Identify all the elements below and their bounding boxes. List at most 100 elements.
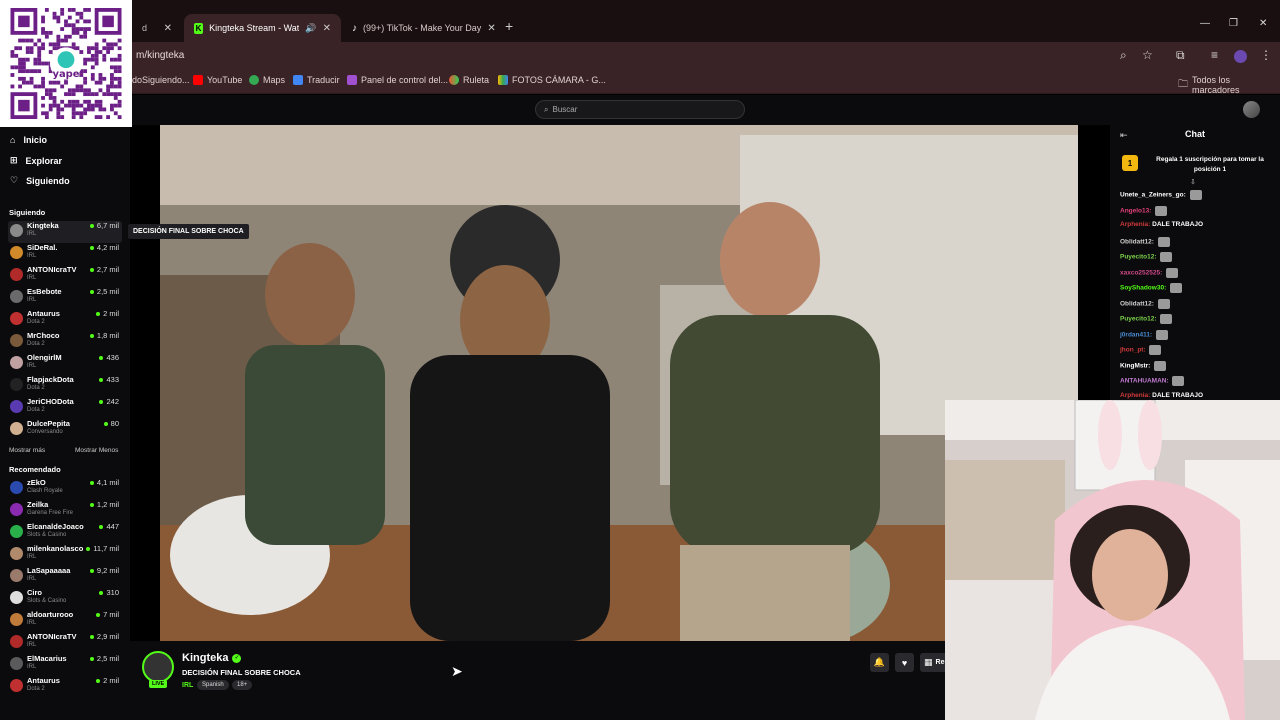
chat-username[interactable]: Oblidatt12: bbox=[1120, 300, 1154, 307]
chat-message: Angelo13: bbox=[1120, 205, 1168, 216]
show-less-button[interactable]: Mostrar Menos bbox=[75, 447, 118, 454]
chat-username[interactable]: Arphenia: bbox=[1120, 392, 1150, 399]
channel-category: Dota 2 bbox=[27, 407, 45, 413]
sidebar-channel[interactable]: JeriCHODota Dota 2 242 bbox=[8, 397, 122, 419]
sidebar-channel[interactable]: ANTONIcraTV IRL 2,7 mil bbox=[8, 265, 122, 287]
minimize-icon[interactable]: — bbox=[1200, 18, 1210, 29]
user-avatar[interactable] bbox=[1243, 101, 1260, 118]
nav-inicio[interactable]: ⌂ Inicio bbox=[10, 135, 47, 145]
chat-username[interactable]: Puyecito12: bbox=[1120, 254, 1157, 261]
sidebar-channel[interactable]: DulcePepita Conversando 80 bbox=[8, 419, 122, 441]
sidebar-channel[interactable]: FlapjackDota Dota 2 433 bbox=[8, 375, 122, 397]
channel-category: IRL bbox=[27, 275, 37, 281]
show-more-button[interactable]: Mostrar más bbox=[9, 447, 45, 454]
bookmark-fotos[interactable]: FOTOS CÁMARA - G... bbox=[498, 75, 606, 85]
browser-tab-kingteka[interactable]: K Kingteka Stream - Watch Li 🔊 ✕ bbox=[184, 14, 341, 42]
nav-label: Inicio bbox=[23, 135, 47, 145]
bookmark-panel[interactable]: Panel de control del... bbox=[347, 75, 448, 85]
all-bookmarks[interactable]: 🗀 Todos los marcadores bbox=[1178, 75, 1280, 95]
qr-code-icon: yape bbox=[10, 8, 122, 119]
sidebar-channel[interactable]: ElMacarius IRL 2,5 mil bbox=[8, 654, 122, 676]
search-input[interactable]: ⌕ Buscar bbox=[535, 100, 745, 119]
sidebar-channel[interactable]: SiDeRal. IRL 4,2 mil bbox=[8, 243, 122, 265]
sidebar-channel[interactable]: Zeilka Garena Free Fire 1,2 mil bbox=[8, 500, 122, 522]
sidebar-channel[interactable]: Antaurus Dota 2 2 mil bbox=[8, 676, 122, 698]
gift-icon: ▦ bbox=[924, 657, 933, 667]
chat-username[interactable]: Angelo13: bbox=[1120, 207, 1151, 214]
close-icon[interactable]: ✕ bbox=[487, 23, 495, 34]
channel-name: ANTONIcraTV bbox=[27, 632, 77, 641]
close-icon[interactable]: ✕ bbox=[164, 23, 172, 34]
sidebar-channel[interactable]: ANTONIcraTV IRL 2,9 mil bbox=[8, 632, 122, 654]
emote-icon bbox=[1160, 252, 1173, 262]
bell-icon: 🔔 bbox=[873, 657, 886, 667]
bookmark-ruleta[interactable]: Ruleta bbox=[449, 75, 489, 85]
stream-category[interactable]: IRL bbox=[182, 682, 193, 689]
browser-tab-partial[interactable]: d ✕ bbox=[132, 14, 182, 42]
maximize-icon[interactable]: ❐ bbox=[1229, 18, 1238, 29]
stream-tag[interactable]: 18+ bbox=[232, 680, 253, 690]
bookmark-maps[interactable]: Maps bbox=[249, 75, 285, 85]
viewer-count: 1,8 mil bbox=[90, 331, 119, 340]
bookmark-traducir[interactable]: Traducir bbox=[293, 75, 340, 85]
url-input[interactable]: m/kingteka bbox=[136, 50, 184, 61]
chat-panel: ⇤ Chat 1 Regala 1 suscripción para tomar… bbox=[1110, 125, 1280, 415]
close-window-icon[interactable]: ✕ bbox=[1259, 18, 1267, 29]
chat-username[interactable]: KingMstr: bbox=[1120, 362, 1150, 369]
sidebar-channel[interactable]: aldoarturooo IRL 7 mil bbox=[8, 610, 122, 632]
video-player[interactable] bbox=[160, 125, 1078, 641]
sidebar-channel[interactable]: milenkanolasco IRL 11,7 mil bbox=[8, 544, 122, 566]
media-icon[interactable]: ≡ bbox=[1211, 48, 1218, 62]
follow-heart-button[interactable]: ♥ bbox=[895, 653, 914, 672]
viewer-count: 7 mil bbox=[96, 610, 119, 619]
nav-siguiendo[interactable]: ♡ Siguiendo bbox=[10, 175, 70, 186]
zoom-icon[interactable]: ⌕ bbox=[1120, 48, 1127, 63]
chat-username[interactable]: j0rdan411: bbox=[1120, 331, 1152, 338]
chat-username[interactable]: ANTAHUAMAN: bbox=[1120, 378, 1169, 385]
sidebar-channel[interactable]: Antaurus Dota 2 2 mil bbox=[8, 309, 122, 331]
sidebar-channel[interactable]: EsBebote IRL 2,5 mil bbox=[8, 287, 122, 309]
streamer-name-row[interactable]: Kingteka ✓ bbox=[182, 652, 242, 664]
chat-username[interactable]: jhon_pt: bbox=[1120, 347, 1146, 354]
bookmark-label: Maps bbox=[263, 75, 286, 85]
notification-bell-button[interactable]: 🔔 bbox=[870, 653, 889, 672]
viewer-count: 436 bbox=[99, 353, 119, 362]
menu-icon[interactable]: ⋮ bbox=[1260, 48, 1272, 62]
bookmark-youtube[interactable]: YouTube bbox=[193, 75, 242, 85]
bookmark-star-icon[interactable]: ☆ bbox=[1142, 48, 1153, 62]
profile-avatar[interactable] bbox=[1234, 50, 1247, 63]
sidebar-channel[interactable]: MrChoco Dota 2 1,8 mil bbox=[8, 331, 122, 353]
browser-tab-tiktok[interactable]: ♪ (99+) TikTok - Make Your Day ✕ bbox=[342, 14, 497, 42]
emote-icon bbox=[1157, 236, 1170, 247]
new-tab-button[interactable]: + bbox=[505, 18, 513, 34]
stream-tag[interactable]: Spanish bbox=[197, 680, 229, 690]
chat-username[interactable]: Arphenia: bbox=[1120, 221, 1150, 228]
extensions-icon[interactable]: ⧉ bbox=[1176, 48, 1185, 63]
chat-scroll-down-icon[interactable]: ⇩ bbox=[1190, 178, 1196, 186]
speaker-icon[interactable]: 🔊 bbox=[305, 23, 316, 34]
close-icon[interactable]: ✕ bbox=[323, 23, 331, 34]
sidebar-channel[interactable]: Ciro Slots & Casino 310 bbox=[8, 588, 122, 610]
sidebar-channel[interactable]: LaSapaaaaa IRL 9,2 mil bbox=[8, 566, 122, 588]
bookmark-label: Traducir bbox=[307, 75, 340, 85]
channel-avatar bbox=[10, 679, 23, 692]
chat-username[interactable]: Oblidatt12: bbox=[1120, 238, 1154, 245]
nav-explorar[interactable]: ⊞ Explorar bbox=[10, 155, 62, 166]
channel-avatar bbox=[10, 503, 23, 516]
sidebar-channel[interactable]: OlengirlM IRL 436 bbox=[8, 353, 122, 375]
streamer-avatar[interactable] bbox=[142, 651, 174, 683]
channel-category: Clash Royale bbox=[27, 488, 63, 494]
bookmark-label: doSiguiendo... bbox=[132, 75, 190, 85]
live-badge: LIVE bbox=[149, 680, 168, 688]
bookmark-siguiendo[interactable]: doSiguiendo... bbox=[132, 75, 190, 85]
chat-username[interactable]: SoyShadow30: bbox=[1120, 285, 1166, 292]
channel-category: Dota 2 bbox=[27, 341, 45, 347]
chat-username[interactable]: xaxco252525: bbox=[1120, 269, 1162, 276]
chat-username[interactable]: Unete_a_Zeiners_go: bbox=[1120, 192, 1186, 199]
chat-username[interactable]: Puyecito12: bbox=[1120, 316, 1157, 323]
sidebar-channel[interactable]: zEkO Clash Royale 4,1 mil bbox=[8, 478, 122, 500]
viewer-count: 242 bbox=[99, 397, 119, 406]
bookmark-label: Todos los marcadores bbox=[1192, 75, 1240, 95]
sidebar-channel[interactable]: Kingteka IRL 6,7 mil bbox=[8, 221, 122, 243]
sidebar-channel[interactable]: ElcanaldeJoaco Slots & Casino 447 bbox=[8, 522, 122, 544]
